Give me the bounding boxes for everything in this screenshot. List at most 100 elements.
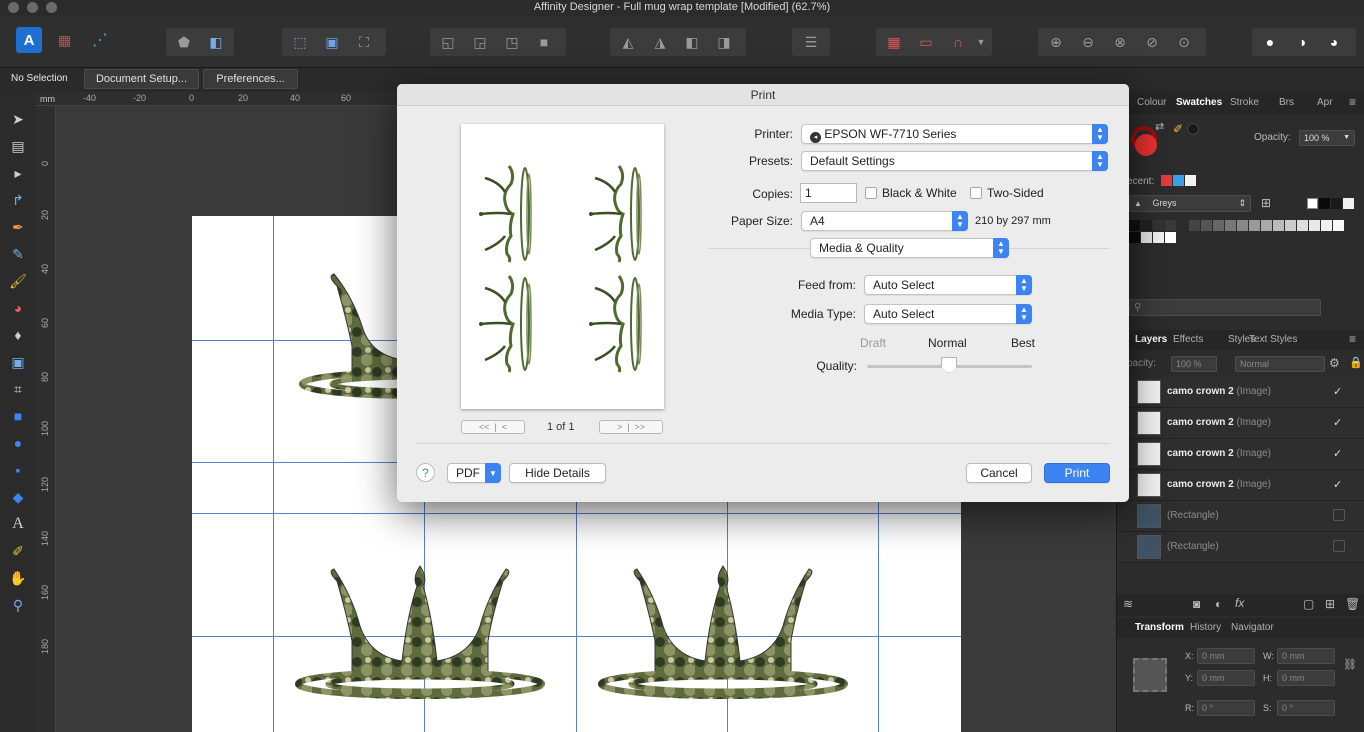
palette-menu-icon[interactable]: ⊞: [1261, 196, 1271, 210]
flip-vertical-icon[interactable]: ◮: [646, 28, 674, 56]
xor-icon[interactable]: ⊘: [1138, 28, 1166, 56]
add-layer-icon[interactable]: ▢: [1303, 597, 1314, 611]
insert-behind-icon[interactable]: ●: [1256, 28, 1284, 56]
tab-transform[interactable]: Transform: [1135, 622, 1184, 633]
layer-opacity-field[interactable]: 100 %: [1171, 356, 1217, 372]
ellipse-tool-icon[interactable]: ●: [7, 432, 29, 454]
brush-tool-icon[interactable]: 🖌: [7, 270, 29, 292]
layer-row[interactable]: (Rectangle): [1117, 532, 1364, 563]
insert-inside-icon[interactable]: ◕: [1320, 28, 1348, 56]
tab-swatches[interactable]: Swatches: [1176, 97, 1222, 108]
x-field[interactable]: 0 mm: [1197, 648, 1255, 664]
tab-stroke[interactable]: Stroke: [1230, 97, 1259, 108]
printer-select[interactable]: ◂ EPSON WF-7710 Series ▲ ▼: [801, 124, 1108, 144]
move-back-icon[interactable]: ◱: [434, 28, 462, 56]
pentagon-icon[interactable]: ⬟: [170, 28, 198, 56]
swap-colors-icon[interactable]: ⇄: [1155, 120, 1164, 133]
adjustment-icon[interactable]: ◐: [1215, 597, 1222, 611]
transform-icon[interactable]: ⛶: [350, 28, 378, 56]
guides-icon[interactable]: ▭: [912, 28, 940, 56]
lock-icon[interactable]: 🔒: [1349, 356, 1363, 369]
document-setup-button[interactable]: Document Setup...: [84, 69, 199, 89]
add-icon[interactable]: ⊕: [1042, 28, 1070, 56]
layer-visibility-checkbox[interactable]: ✓: [1333, 478, 1345, 491]
tab-navigator[interactable]: Navigator: [1231, 622, 1274, 633]
crop-tool-icon[interactable]: ⌗: [7, 378, 29, 400]
link-icon[interactable]: ⛓: [1343, 658, 1357, 671]
layer-visibility-checkbox[interactable]: ✓: [1333, 385, 1345, 398]
divide-icon[interactable]: ⊙: [1170, 28, 1198, 56]
fill-tool-icon[interactable]: ◕: [7, 297, 29, 319]
cancel-button[interactable]: Cancel: [966, 463, 1032, 483]
fill-color-well[interactable]: [1135, 134, 1157, 156]
panel-menu-icon[interactable]: ≡: [1349, 95, 1356, 109]
paper-size-select[interactable]: A4 ▲ ▼: [801, 211, 968, 231]
recent-swatch-white[interactable]: [1185, 175, 1196, 186]
section-select[interactable]: Media & Quality ▲ ▼: [810, 238, 1009, 258]
two-sided-checkbox[interactable]: [970, 187, 982, 199]
palette-select[interactable]: ▲ Greys ⇕: [1129, 195, 1251, 212]
feed-from-select[interactable]: Auto Select ▲ ▼: [864, 275, 1032, 295]
swatch[interactable]: [1331, 198, 1342, 209]
layer-visibility-checkbox[interactable]: [1333, 540, 1345, 552]
preferences-button[interactable]: Preferences...: [203, 69, 298, 89]
chevron-down-icon[interactable]: ▼: [972, 28, 990, 56]
align-icon[interactable]: ☰: [797, 28, 825, 56]
black-white-checkbox[interactable]: [865, 187, 877, 199]
rectangle-tool-icon[interactable]: ■: [7, 405, 29, 427]
tab-history[interactable]: History: [1190, 622, 1221, 633]
flip-horizontal-icon[interactable]: ◭: [614, 28, 642, 56]
media-type-select[interactable]: Auto Select ▲ ▼: [864, 304, 1032, 324]
tab-effects[interactable]: Effects: [1173, 334, 1203, 345]
blend-mode-select[interactable]: Normal: [1235, 356, 1325, 372]
swatch[interactable]: [1319, 198, 1330, 209]
color-picker-icon[interactable]: ✐: [7, 540, 29, 562]
color-picker-icon[interactable]: ✐: [1173, 122, 1183, 136]
node-tool-icon[interactable]: ▸: [7, 162, 29, 184]
page-next-last-buttons[interactable]: > | >>: [599, 420, 663, 434]
layer-row[interactable]: camo crown 2 (Image) ✓: [1117, 439, 1364, 470]
quality-slider-thumb[interactable]: [941, 357, 957, 373]
move-front-icon[interactable]: ■: [530, 28, 558, 56]
panel-menu-icon[interactable]: ≡: [1349, 332, 1356, 346]
rounded-rect-tool-icon[interactable]: ▪: [7, 459, 29, 481]
artboard-tool-icon[interactable]: ▤: [7, 135, 29, 157]
subtract-icon[interactable]: ⊖: [1074, 28, 1102, 56]
page-first-prev-buttons[interactable]: << | <: [461, 420, 525, 434]
trash-icon[interactable]: 🗑: [1345, 597, 1360, 611]
snapping-icon[interactable]: ◧: [202, 28, 230, 56]
rotate-right-icon[interactable]: ◨: [710, 28, 738, 56]
rotation-field[interactable]: 0 °: [1197, 700, 1255, 716]
group-icon[interactable]: ⊞: [1325, 597, 1335, 611]
color-swatch[interactable]: [1187, 123, 1199, 135]
layer-row[interactable]: camo crown 2 (Image) ✓: [1117, 408, 1364, 439]
hand-tool-icon[interactable]: ✋: [7, 567, 29, 589]
move-backward-icon[interactable]: ◲: [466, 28, 494, 56]
guide-line[interactable]: [273, 216, 274, 732]
fx-icon[interactable]: fx: [1235, 596, 1244, 610]
crown-image[interactable]: [595, 556, 855, 706]
pencil-tool-icon[interactable]: ✎: [7, 243, 29, 265]
gear-icon[interactable]: ⚙: [1329, 356, 1340, 370]
move-forward-icon[interactable]: ◳: [498, 28, 526, 56]
layers-stack-icon[interactable]: ≋: [1123, 597, 1133, 611]
shear-field[interactable]: 0 °: [1277, 700, 1335, 716]
designer-persona-icon[interactable]: A: [16, 27, 42, 53]
tab-brushes[interactable]: Brs: [1279, 97, 1294, 108]
text-tool-icon[interactable]: A: [7, 513, 29, 535]
y-field[interactable]: 0 mm: [1197, 670, 1255, 686]
layer-row[interactable]: camo crown 2 (Image) ✓: [1117, 470, 1364, 501]
mask-icon[interactable]: ◙: [1193, 597, 1200, 611]
select-none-icon[interactable]: ▣: [318, 28, 346, 56]
tab-colour[interactable]: Colour: [1137, 97, 1166, 108]
anchor-selector[interactable]: [1133, 658, 1167, 692]
print-button[interactable]: Print: [1044, 463, 1110, 483]
layer-visibility-checkbox[interactable]: ✓: [1333, 447, 1345, 460]
rotate-left-icon[interactable]: ◧: [678, 28, 706, 56]
select-all-icon[interactable]: ⬚: [286, 28, 314, 56]
greys-swatch-grid[interactable]: [1129, 220, 1349, 246]
pdf-menu-button[interactable]: PDF ▼: [447, 463, 501, 483]
layer-visibility-checkbox[interactable]: ✓: [1333, 416, 1345, 429]
place-image-icon[interactable]: ▣: [7, 351, 29, 373]
transparency-tool-icon[interactable]: ♦: [7, 324, 29, 346]
